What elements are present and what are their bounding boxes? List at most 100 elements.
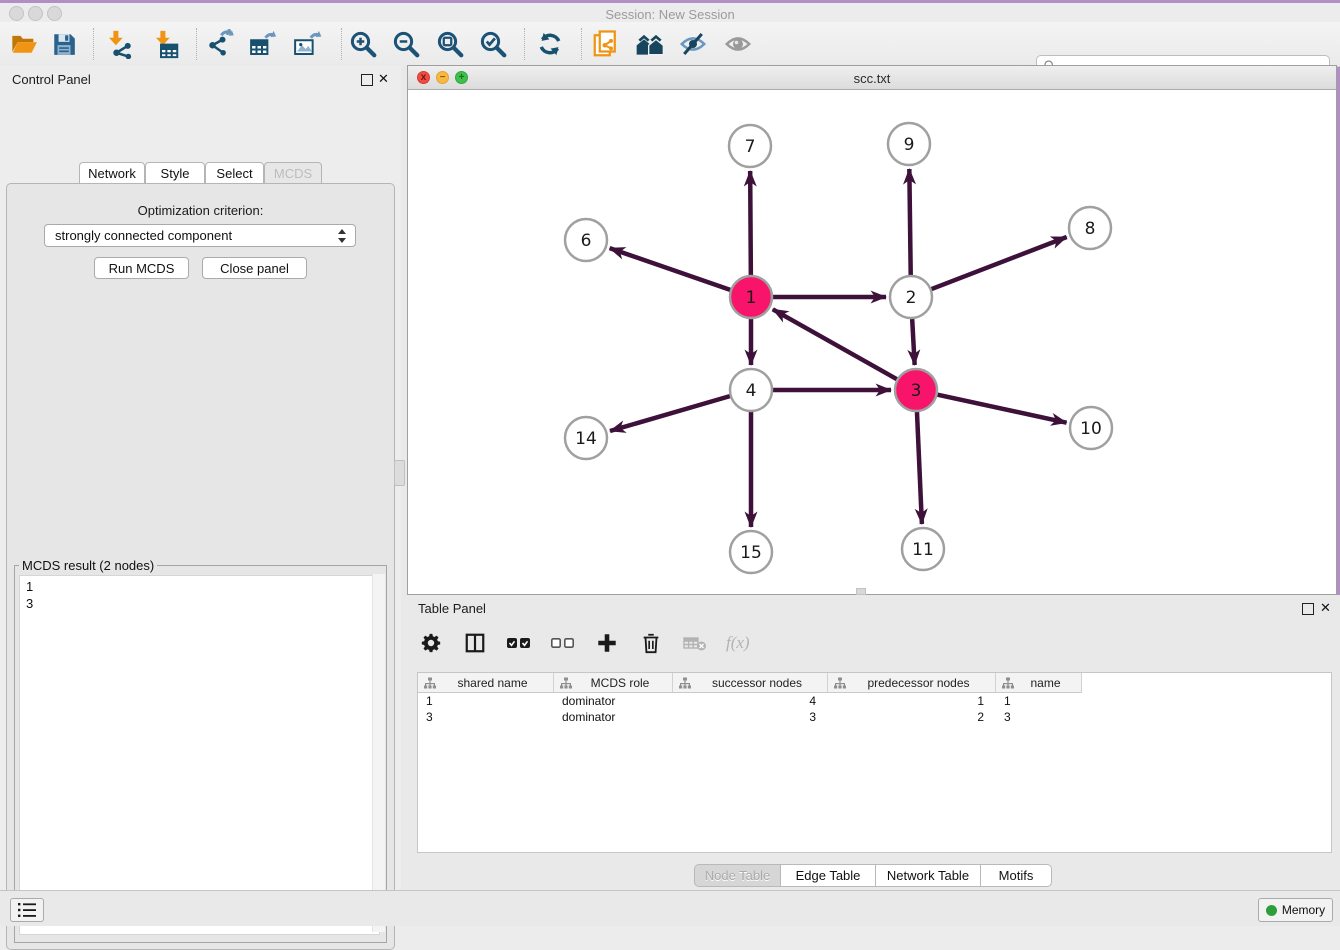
toolbar-separator <box>93 28 95 60</box>
svg-text:8: 8 <box>1085 219 1096 239</box>
graph-edge-3-10[interactable] <box>937 395 1066 423</box>
home-icon[interactable] <box>633 27 667 61</box>
memory-button[interactable]: Memory <box>1258 898 1333 922</box>
svg-text:2: 2 <box>906 288 917 308</box>
graph-node-9[interactable]: 9 <box>888 123 930 165</box>
graph-edge-1-6[interactable] <box>610 248 731 290</box>
graph-edge-2-9[interactable] <box>909 169 910 275</box>
close-panel-button[interactable]: Close panel <box>202 257 307 279</box>
tab-style[interactable]: Style <box>145 162 205 184</box>
open-file-icon[interactable] <box>7 27 41 61</box>
svg-text:1: 1 <box>746 288 757 308</box>
tab-node-table[interactable]: Node Table <box>694 864 781 887</box>
tab-motifs[interactable]: Motifs <box>981 864 1052 887</box>
refresh-view-icon[interactable] <box>533 27 567 61</box>
cell-predecessor-nodes[interactable]: 1 <box>828 693 996 709</box>
graph-edge-3-1[interactable] <box>773 309 897 379</box>
tab-edge-table[interactable]: Edge Table <box>781 864 876 887</box>
cell-MCDS-role[interactable]: dominator <box>554 709 673 725</box>
graph-node-6[interactable]: 6 <box>565 219 607 261</box>
column-header-predecessor-nodes[interactable]: predecessor nodes <box>828 673 996 693</box>
cell-name[interactable]: 1 <box>996 693 1082 709</box>
mcds-result-scrollbar[interactable] <box>372 574 385 932</box>
svg-text:6: 6 <box>581 231 592 251</box>
zoom-out-icon[interactable] <box>389 27 423 61</box>
column-type-icon <box>424 677 436 689</box>
run-mcds-button[interactable]: Run MCDS <box>94 257 189 279</box>
import-table-icon[interactable] <box>149 27 183 61</box>
table-settings-gear-icon[interactable] <box>418 630 444 656</box>
control-panel-float-icon[interactable] <box>361 74 373 86</box>
save-session-icon[interactable] <box>47 27 81 61</box>
task-history-button[interactable] <box>10 898 44 922</box>
table-toolbar: f(x) <box>418 625 1328 661</box>
cell-MCDS-role[interactable]: dominator <box>554 693 673 709</box>
node-table: shared nameMCDS rolesuccessor nodesprede… <box>417 672 1332 853</box>
select-all-checkboxes-icon[interactable] <box>506 630 532 656</box>
control-panel-close-icon[interactable]: ✕ <box>378 73 389 84</box>
graph-node-3[interactable]: 3 <box>895 369 937 411</box>
cell-successor-nodes[interactable]: 4 <box>673 693 828 709</box>
column-header-name[interactable]: name <box>996 673 1082 693</box>
network-window-titlebar[interactable]: x − + scc.txt <box>408 66 1336 90</box>
graph-node-14[interactable]: 14 <box>565 417 607 459</box>
table-panel-float-icon[interactable] <box>1302 603 1314 615</box>
delete-selected-trash-icon[interactable] <box>638 630 664 656</box>
control-panel: Control Panel ✕ Network Style Select MCD… <box>0 66 401 890</box>
tab-network-table[interactable]: Network Table <box>876 864 981 887</box>
graph-node-7[interactable]: 7 <box>729 125 771 167</box>
optimization-criterion-value: strongly connected component <box>55 228 232 243</box>
tab-select[interactable]: Select <box>205 162 264 184</box>
optimization-criterion-select[interactable]: strongly connected component <box>44 224 356 247</box>
svg-text:11: 11 <box>912 540 934 560</box>
cell-predecessor-nodes[interactable]: 2 <box>828 709 996 725</box>
app-title: Session: New Session <box>0 7 1340 22</box>
show-columns-icon[interactable] <box>462 630 488 656</box>
graph-node-2[interactable]: 2 <box>890 276 932 318</box>
cell-name[interactable]: 3 <box>996 709 1082 725</box>
hide-panel-eye-icon[interactable] <box>676 27 710 61</box>
tab-mcds[interactable]: MCDS <box>264 162 322 184</box>
export-image-icon[interactable] <box>290 27 324 61</box>
svg-text:7: 7 <box>745 137 756 157</box>
panel-splitter-handle[interactable] <box>394 460 405 486</box>
column-header-shared-name[interactable]: shared name <box>418 673 554 693</box>
control-panel-title: Control Panel <box>12 72 91 87</box>
graph-node-11[interactable]: 11 <box>902 528 944 570</box>
column-header-successor-nodes[interactable]: successor nodes <box>673 673 828 693</box>
column-type-icon <box>1002 677 1014 689</box>
graph-node-1[interactable]: 1 <box>730 276 772 318</box>
graph-edge-4-14[interactable] <box>610 396 730 431</box>
cell-shared-name[interactable]: 3 <box>418 709 554 725</box>
export-table-icon[interactable] <box>246 27 280 61</box>
tab-network[interactable]: Network <box>79 162 145 184</box>
main-toolbar <box>0 22 1340 67</box>
cell-shared-name[interactable]: 1 <box>418 693 554 709</box>
show-panel-eye-icon <box>721 27 755 61</box>
graph-node-10[interactable]: 10 <box>1070 407 1112 449</box>
select-stepper-icon <box>338 229 347 243</box>
network-view-window: x − + scc.txt 7 9 6 8 1 2 4 3 14 10 15 11 <box>407 65 1337 595</box>
export-network-icon[interactable] <box>203 27 237 61</box>
mcds-result-group: MCDS result (2 nodes) 1 3 <box>14 558 387 943</box>
network-resize-handle[interactable] <box>856 588 866 595</box>
graph-edge-1-7[interactable] <box>750 171 751 275</box>
zoom-selected-icon[interactable] <box>476 27 510 61</box>
duplicate-network-icon[interactable] <box>589 27 623 61</box>
table-panel-close-icon[interactable]: ✕ <box>1320 602 1331 613</box>
graph-edge-3-11[interactable] <box>917 412 922 524</box>
zoom-fit-icon[interactable] <box>433 27 467 61</box>
graph-edge-2-8[interactable] <box>932 237 1067 289</box>
graph-node-4[interactable]: 4 <box>730 369 772 411</box>
add-column-icon[interactable] <box>594 630 620 656</box>
network-canvas[interactable]: 7 9 6 8 1 2 4 3 14 10 15 11 <box>408 89 1336 594</box>
cell-successor-nodes[interactable]: 3 <box>673 709 828 725</box>
column-header-MCDS-role[interactable]: MCDS role <box>554 673 673 693</box>
graph-edge-2-3[interactable] <box>912 319 914 365</box>
zoom-in-icon[interactable] <box>346 27 380 61</box>
graph-node-15[interactable]: 15 <box>730 531 772 573</box>
memory-status-dot <box>1266 905 1277 916</box>
deselect-all-checkboxes-icon[interactable] <box>550 630 576 656</box>
import-network-icon[interactable] <box>102 27 136 61</box>
graph-node-8[interactable]: 8 <box>1069 207 1111 249</box>
